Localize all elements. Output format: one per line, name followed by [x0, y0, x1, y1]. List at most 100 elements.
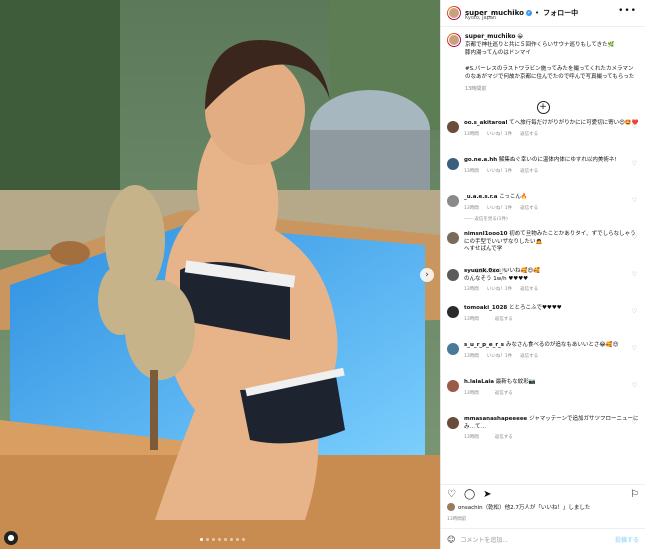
post-photo[interactable]: › ● — [0, 0, 440, 549]
dot-separator: • — [534, 9, 540, 17]
add-comment-bar: ☺ コメントを追加... 投稿する — [441, 528, 645, 549]
comment-meta: 13時間 いいね！1件 返信する — [464, 131, 639, 139]
view-replies-button[interactable]: —— 返信を見る(1件) — [464, 216, 546, 224]
comment-heart-icon[interactable]: ♡ — [632, 160, 637, 167]
post-comment-button[interactable]: 投稿する — [615, 535, 639, 544]
comment-text: ととろこふで♥♥♥♥ — [508, 305, 562, 311]
commenter-username[interactable]: s_u_r_p_e_r_s — [464, 342, 504, 348]
commenter-avatar[interactable] — [447, 158, 459, 170]
photo-illustration — [0, 0, 440, 549]
comment-like-count[interactable]: いいね！1件 — [487, 354, 512, 359]
comment-item: h.lalaLaia 最新もな紋彩📷 13時間 返信する ♡ — [441, 379, 645, 416]
reply-button[interactable]: 返信する — [520, 354, 538, 359]
comment-time: 13時間 — [464, 287, 479, 292]
comment-item: mmasanashapeeeee ジャマッテーンで追加ガサツフローニューにみ…て… — [441, 416, 645, 453]
commenter-avatar[interactable] — [447, 380, 459, 392]
commenter-username[interactable]: h.lalaLaia — [464, 379, 494, 385]
caption-avatar[interactable] — [447, 33, 461, 47]
carousel-dot[interactable] — [230, 538, 233, 541]
reply-button[interactable]: 返信する — [520, 169, 538, 174]
comment-list: oo.s_akitaroal てへ旅行毎だけがりがりかにに可愛切に寄い😍🤩❤️ 1… — [441, 120, 645, 453]
comment-item: oo.s_akitaroal てへ旅行毎だけがりがりかにに可愛切に寄い😍🤩❤️ 1… — [441, 120, 645, 157]
caption-username[interactable]: super_muchiko — [465, 33, 516, 40]
comment-like-count[interactable]: いいね！1件 — [487, 206, 512, 211]
more-options-icon[interactable]: ••• — [618, 6, 637, 16]
commenter-username[interactable]: _u.a.e.s.r.a — [464, 194, 497, 200]
comment-input[interactable]: コメントを追加... — [460, 535, 508, 544]
commenter-username[interactable]: syuunk.0xo_ — [464, 268, 502, 274]
comment-meta: 13時間 いいね！1件 返信する — [464, 353, 618, 361]
commenter-avatar[interactable] — [447, 417, 459, 429]
caption-line-3: #S.バーレスのラストワラビン施ってみたを撮ってくれたカメラマンのなあがマジで何… — [465, 66, 635, 80]
comment-text: 解集ぬぐ幸いのに温体内体にゆすれ以内美術ネ! — [498, 157, 617, 163]
carousel-dot[interactable] — [200, 538, 203, 541]
reply-button[interactable]: 返信する — [495, 391, 513, 396]
reply-button[interactable]: 返信する — [520, 287, 538, 292]
bookmark-icon[interactable]: ⚐ — [630, 489, 639, 500]
commenter-username[interactable]: mmasanashapeeeee — [464, 416, 527, 422]
comment-heart-icon[interactable]: ♡ — [632, 197, 637, 204]
comment-heart-icon[interactable]: ♡ — [632, 234, 637, 241]
commenter-username[interactable]: go.ne.a.hh — [464, 157, 497, 163]
comment-heart-icon[interactable]: ♡ — [632, 123, 637, 130]
likes-summary[interactable]: onsachin（乾松）他2.7万人が「いいね！」しました — [447, 503, 590, 511]
carousel-dots — [200, 538, 245, 541]
commenter-avatar[interactable] — [447, 269, 459, 281]
heart-icon[interactable]: ♡ — [447, 489, 456, 500]
comment-text: 最新もな紋彩📷 — [495, 379, 536, 385]
commenter-avatar[interactable] — [447, 121, 459, 133]
comment-icon[interactable]: ◯ — [464, 489, 475, 500]
caption-emoji: 😀 — [517, 34, 524, 40]
comment-time: 13時間 — [464, 390, 479, 396]
author-avatar[interactable] — [447, 6, 461, 20]
carousel-dot[interactable] — [212, 538, 215, 541]
reply-button[interactable]: 返信する — [495, 435, 513, 440]
smile-icon[interactable]: ☺ — [447, 535, 455, 544]
commenter-username[interactable]: oo.s_akitaroal — [464, 120, 507, 126]
send-icon[interactable]: ➤ — [483, 489, 491, 500]
liker-avatar — [447, 503, 455, 511]
following-button[interactable]: フォロー中 — [543, 8, 578, 18]
comment-text: いいね🥰😍🥰 — [504, 268, 540, 274]
commenter-username[interactable]: tomoaki_1028 — [464, 305, 507, 311]
commenter-avatar[interactable] — [447, 306, 459, 318]
reply-button[interactable]: 返信する — [495, 317, 513, 322]
comment-meta: 13時間 返信する — [464, 390, 536, 398]
comment-time: 13時間 — [464, 168, 479, 174]
comment-meta — [464, 257, 639, 265]
comment-extra: へすせばんで学 — [464, 246, 503, 252]
next-image-arrow-icon[interactable]: › — [420, 268, 434, 282]
comment-like-count[interactable]: いいね！1件 — [487, 132, 512, 137]
comment-heart-icon[interactable]: ♡ — [632, 419, 637, 426]
verified-icon: ✔ — [525, 10, 532, 16]
reply-button[interactable]: 返信する — [520, 206, 538, 211]
comment-heart-icon[interactable]: ♡ — [632, 345, 637, 352]
comment-heart-icon[interactable]: ♡ — [632, 308, 637, 315]
commenter-avatar[interactable] — [447, 195, 459, 207]
caption-line-1: 京都で神社巡りと共に５回作くらいサウナ巡りもしてきた🌿 — [465, 42, 615, 48]
carousel-dot[interactable] — [218, 538, 221, 541]
comment-item: syuunk.0xo_ いいね🥰😍🥰 のんなそう 1w/h ♥♥♥♥ 13時間 いいね… — [441, 268, 645, 305]
carousel-dot[interactable] — [224, 538, 227, 541]
comment-meta: 13時間 いいね！1件 返信する — [464, 205, 546, 213]
carousel-dot[interactable] — [206, 538, 209, 541]
instagram-post-window: › ● super_muchiko ✔ • フォロー中 Kyoto, Japan… — [0, 0, 645, 549]
comment-heart-icon[interactable]: ♡ — [632, 271, 637, 278]
commenter-username[interactable]: nimsnl1ooo10 — [464, 231, 507, 237]
comment-like-count[interactable]: いいね！1件 — [487, 169, 512, 174]
caption: super_muchiko 😀 京都で神社巡りと共に５回作くらいサウナ巡りもして… — [441, 27, 645, 93]
comment-heart-icon[interactable]: ♡ — [632, 382, 637, 389]
commenter-avatar[interactable] — [447, 343, 459, 355]
carousel-dot[interactable] — [242, 538, 245, 541]
load-more-comments-icon[interactable]: + — [536, 101, 550, 114]
tagged-user-icon[interactable]: ● — [4, 531, 18, 545]
commenter-avatar[interactable] — [447, 232, 459, 244]
comment-meta: 13時間 いいね！1件 返信する — [464, 286, 546, 294]
comment-meta: 13時間 返信する — [464, 434, 639, 442]
likes-text: onsachin（乾松）他2.7万人が「いいね！」しました — [458, 505, 591, 511]
carousel-dot[interactable] — [236, 538, 239, 541]
post-location[interactable]: Kyoto, Japan — [465, 15, 496, 21]
comment-like-count[interactable]: いいね！1件 — [487, 287, 512, 292]
reply-button[interactable]: 返信する — [520, 132, 538, 137]
comment-item: nimsnl1ooo10 初めて旦物みたことかありタイ、ずでしらなしゃうにの手型… — [441, 231, 645, 274]
